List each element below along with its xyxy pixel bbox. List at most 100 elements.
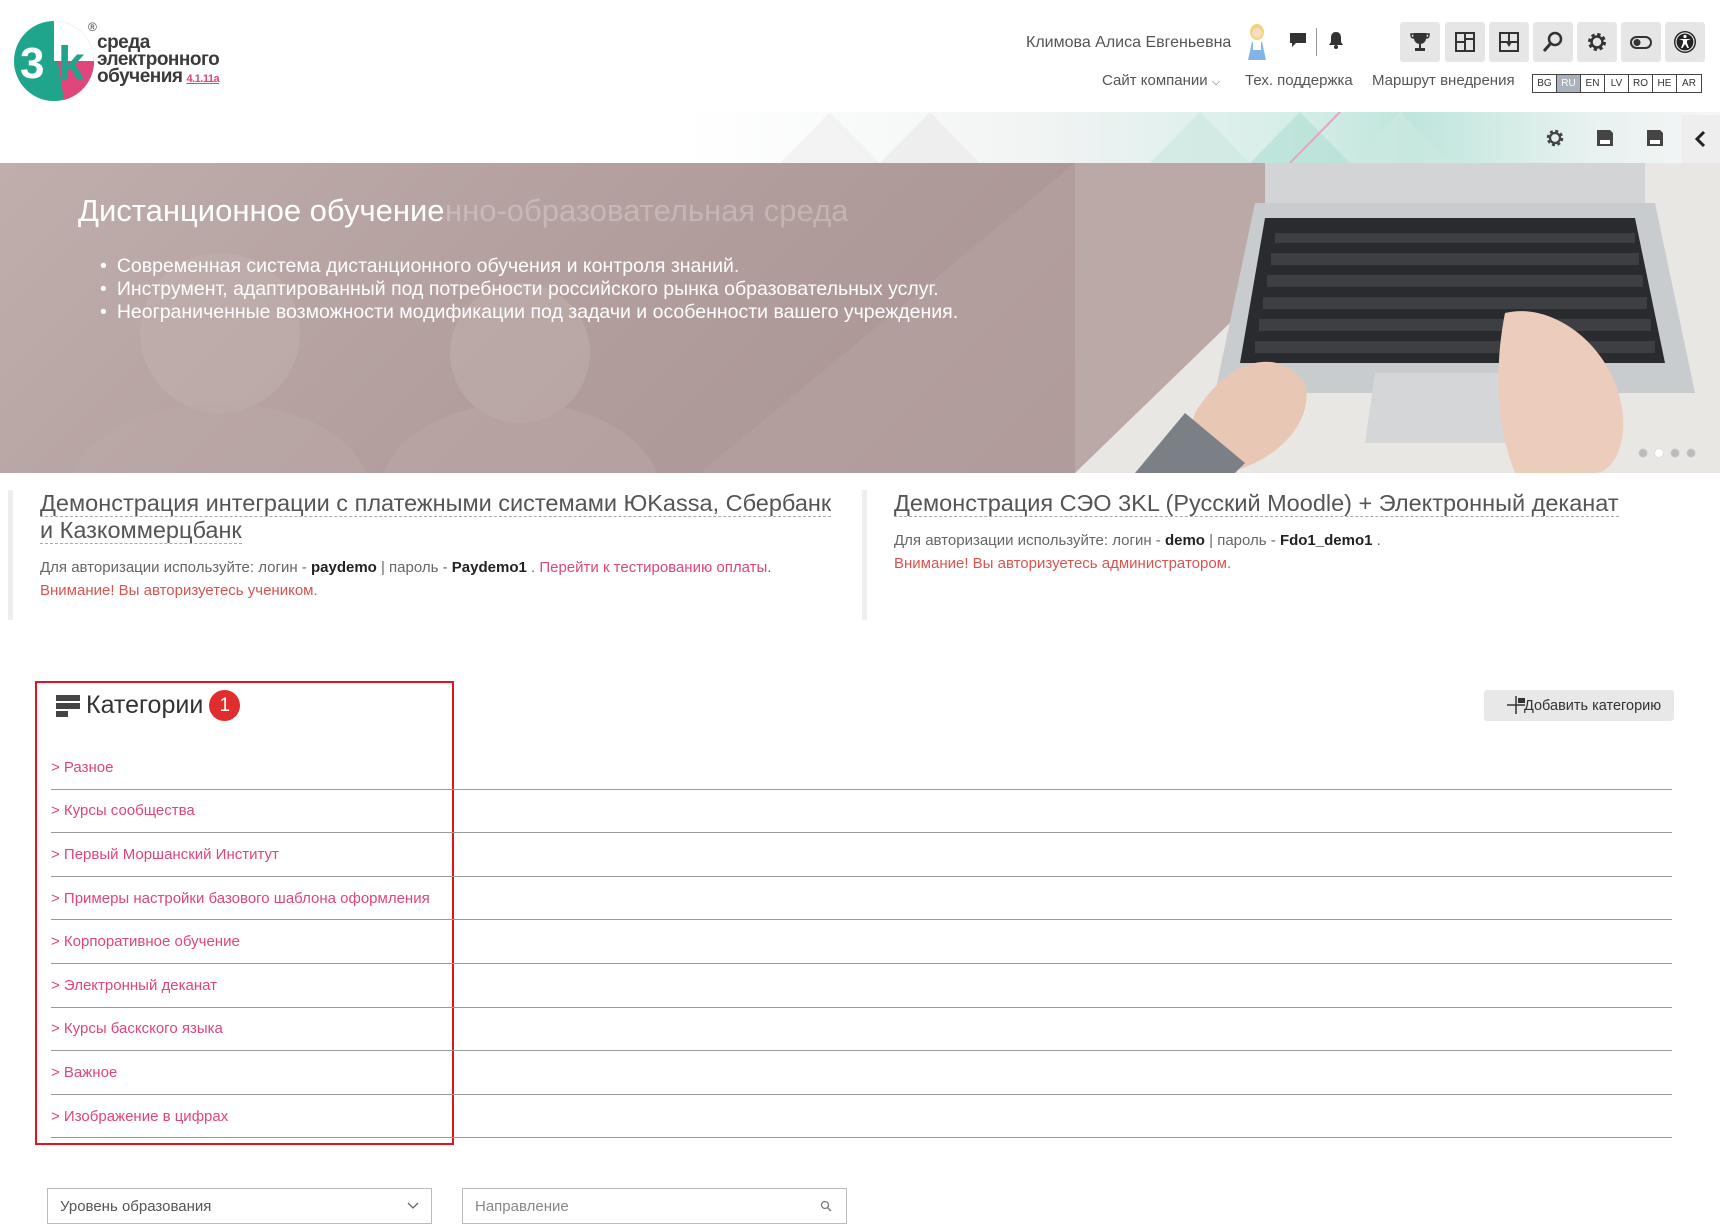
lang-bg[interactable]: BG: [1533, 75, 1557, 92]
settings-button[interactable]: [1577, 22, 1617, 62]
category-link[interactable]: > Примеры настройки базового шаблона офо…: [51, 890, 430, 907]
carousel-dot[interactable]: [1686, 448, 1696, 458]
logo-registered: ®: [88, 20, 97, 34]
logo-text: среда электронного обучения 4.1.11a: [97, 33, 220, 88]
login-value: paydemo: [310, 559, 377, 576]
banner-bullets: Современная система дистанционного обуче…: [100, 255, 958, 324]
banner-bullet: Неограниченные возможности модификации п…: [117, 301, 958, 324]
lang-en[interactable]: EN: [1581, 75, 1605, 92]
demo-payment-auth: Для авторизации используйте: логин - pay…: [40, 556, 848, 602]
category-item[interactable]: > Корпоративное обучение: [51, 920, 1672, 964]
chat-icon[interactable]: [1287, 30, 1309, 52]
company-site-dropdown[interactable]: Сайт компании ⌵: [1102, 72, 1220, 89]
category-item[interactable]: > Первый Моршанский Институт: [51, 833, 1672, 877]
route-link[interactable]: Маршрут внедрения: [1372, 72, 1515, 89]
bell-icon[interactable]: [1325, 30, 1347, 52]
lang-ru[interactable]: RU: [1557, 75, 1581, 92]
logo-version[interactable]: 4.1.11a: [187, 73, 220, 85]
category-item[interactable]: > Изображение в цифрах: [51, 1095, 1672, 1139]
demo-payment-title[interactable]: Демонстрация интеграции с платежными сис…: [40, 490, 848, 544]
carousel-dot[interactable]: [1638, 448, 1648, 458]
banner-title-ghost: нно-образовательная среда: [445, 193, 849, 228]
login-value: demo: [1164, 532, 1205, 549]
category-item[interactable]: > Электронный деканат: [51, 964, 1672, 1008]
demo-payment-title-text: Демонстрация интеграции с платежными сис…: [40, 490, 832, 544]
carousel-dots: [1638, 448, 1696, 458]
language-switcher: BG RU EN LV RO HE AR: [1532, 74, 1702, 93]
hero-banner: Дистанционное обучение нно-образовательн…: [0, 163, 1720, 473]
banner-title: Дистанционное обучение: [78, 193, 445, 228]
category-link[interactable]: > Важное: [51, 1064, 117, 1081]
dashboard-icon: [1455, 32, 1475, 52]
blocks-button[interactable]: [1489, 22, 1529, 62]
save-icon[interactable]: [1593, 126, 1617, 150]
categories-count-badge: 1: [209, 690, 241, 721]
gear-icon: [1588, 33, 1606, 51]
categories-list: > Разное > Курсы сообщества > Первый Мор…: [51, 746, 1672, 1139]
lang-ro[interactable]: RO: [1629, 75, 1653, 92]
lang-ar[interactable]: AR: [1677, 75, 1701, 92]
category-item[interactable]: > Курсы баскского языка: [51, 1008, 1672, 1052]
category-link[interactable]: > Электронный деканат: [51, 977, 217, 994]
add-category-button[interactable]: Добавить категорию: [1484, 690, 1674, 721]
add-category-label: Добавить категорию: [1524, 697, 1662, 714]
direction-search-input[interactable]: Направление: [462, 1188, 847, 1224]
user-name[interactable]: Климова Алиса Евгеньевна: [1026, 34, 1231, 52]
trophy-button[interactable]: [1400, 22, 1440, 62]
header-divider: [1316, 28, 1317, 56]
carousel-dot-active[interactable]: [1654, 448, 1664, 458]
chevron-down-icon: [407, 1202, 419, 1209]
dashboard-button[interactable]: [1445, 22, 1485, 62]
demo-admin-block: Демонстрация СЭО 3KL (Русский Moodle) + …: [862, 490, 1692, 620]
add-category-icon: [1507, 696, 1525, 714]
search-button[interactable]: [1533, 22, 1573, 62]
logo[interactable]: 3 k ® среда электронного обучения 4.1.11a: [14, 20, 234, 104]
lang-he[interactable]: HE: [1653, 75, 1677, 92]
toggle-icon: [1630, 36, 1652, 49]
accessibility-icon: [1674, 31, 1696, 53]
category-item[interactable]: > Курсы сообщества: [51, 790, 1672, 834]
category-item[interactable]: > Разное: [51, 746, 1672, 790]
demo-admin-title[interactable]: Демонстрация СЭО 3KL (Русский Moodle) + …: [894, 490, 1692, 517]
support-link[interactable]: Тех. поддержка: [1245, 72, 1353, 89]
category-link[interactable]: > Курсы сообщества: [51, 802, 195, 819]
avatar[interactable]: [1242, 22, 1272, 62]
category-link[interactable]: > Курсы баскского языка: [51, 1020, 223, 1037]
category-item[interactable]: > Примеры настройки базового шаблона офо…: [51, 877, 1672, 921]
auth-tail: .: [526, 559, 536, 576]
demo-payment-warning: Внимание! Вы авторизуетесь учеником.: [40, 582, 318, 599]
demo-admin-title-text: Демонстрация СЭО 3KL (Русский Moodle) + …: [894, 490, 1619, 517]
chevron-down-icon: ⌵: [1211, 76, 1221, 88]
password-value: Paydemo1: [451, 559, 527, 576]
auth-tail: .: [1372, 532, 1381, 549]
categories-header: Категории 1: [56, 690, 241, 721]
page-settings-icon[interactable]: [1543, 126, 1567, 150]
theme-toggle-button[interactable]: [1621, 22, 1661, 62]
category-link[interactable]: > Первый Моршанский Институт: [51, 846, 279, 863]
banner-bullet: Современная система дистанционного обуче…: [117, 255, 958, 278]
password-value: Fdo1_demo1: [1279, 532, 1373, 549]
carousel-dot[interactable]: [1670, 448, 1680, 458]
category-link[interactable]: > Корпоративное обучение: [51, 933, 240, 950]
banner-laptop-image: [1075, 163, 1720, 473]
logo-line-3: обучения: [97, 66, 183, 87]
banner-bullet: Инструмент, адаптированный под потребнос…: [117, 278, 958, 301]
payment-test-link[interactable]: Перейти к тестированию оплаты: [539, 559, 767, 576]
save-as-icon[interactable]: [1643, 126, 1667, 150]
categories-icon: [56, 694, 80, 717]
link-tail: .: [767, 559, 772, 576]
search-icon: [1542, 31, 1563, 52]
collapse-panel-button[interactable]: [1682, 115, 1720, 163]
lang-lv[interactable]: LV: [1605, 75, 1629, 92]
category-link[interactable]: > Изображение в цифрах: [51, 1108, 228, 1125]
category-item[interactable]: > Важное: [51, 1051, 1672, 1095]
demo-admin-auth: Для авторизации используйте: логин - dem…: [894, 529, 1692, 575]
svg-text:k: k: [58, 38, 85, 91]
auth-separator: | пароль -: [376, 559, 452, 576]
category-link[interactable]: > Разное: [51, 759, 113, 776]
education-level-select[interactable]: Уровень образования: [47, 1188, 432, 1224]
company-site-label: Сайт компании: [1102, 72, 1208, 89]
accessibility-button[interactable]: [1665, 22, 1705, 62]
header: 3 k ® среда электронного обучения 4.1.11a…: [0, 0, 1720, 163]
search-icon: [820, 1200, 832, 1212]
